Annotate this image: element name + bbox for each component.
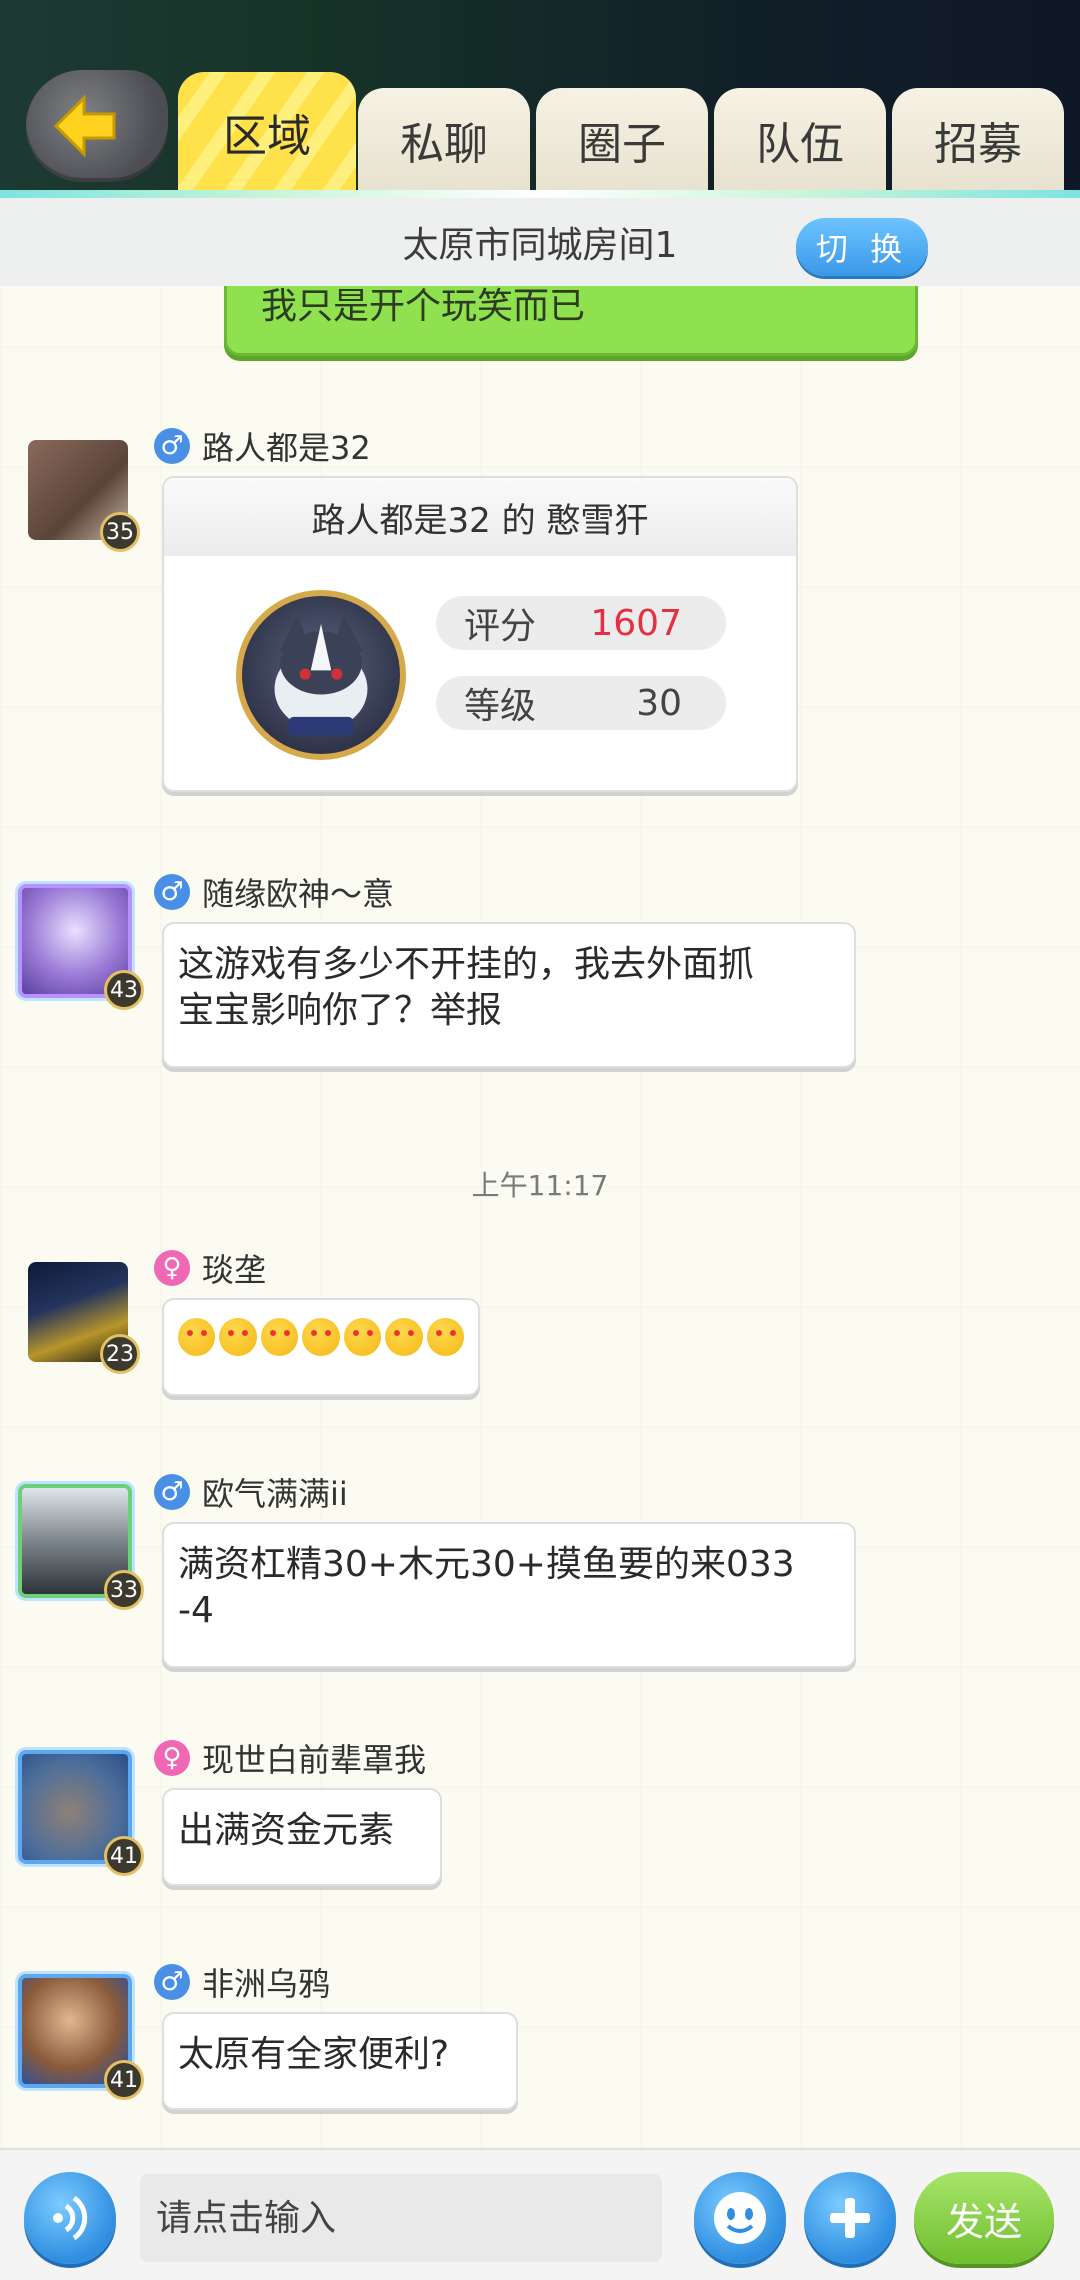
avatar[interactable]: 35 (28, 440, 140, 552)
message-text-line: 太原有全家便利? (178, 2034, 450, 2075)
pet-portrait-icon (236, 590, 406, 760)
add-button[interactable] (804, 2172, 896, 2264)
chat-area[interactable]: 我只是开个玩笑而已 35 ♂ 路人都是32 路人都是32 的 憨雪犴 评分 16… (0, 286, 1080, 2148)
level-badge: 23 (100, 1334, 140, 1374)
plus-icon (830, 2198, 870, 2238)
tab-region[interactable]: 区域 (178, 72, 356, 192)
voice-button[interactable] (24, 2172, 116, 2264)
message-bubble[interactable]: 这游戏有多少不开挂的，我去外面抓 宝宝影响你了？举报 (162, 922, 856, 1068)
male-icon: ♂ (154, 874, 190, 910)
tab-circle[interactable]: 圈子 (536, 88, 708, 192)
avatar[interactable]: 41 (18, 1750, 144, 1876)
level-badge: 41 (104, 2060, 144, 2100)
name-row: ♂ 路人都是32 (154, 423, 371, 469)
name-row: ♂ 欧气满满ii (154, 1469, 348, 1515)
message-text-line: -4 (178, 1590, 214, 1631)
chat-input[interactable] (140, 2174, 662, 2262)
back-button[interactable] (26, 70, 168, 182)
chat-message: 33 ♂ 欧气满满ii 满资杠精30+木元30+摸鱼要的来033 -4 (0, 1469, 1080, 1668)
male-icon: ♂ (154, 1964, 190, 2000)
avatar[interactable]: 43 (18, 884, 144, 1010)
message-bubble[interactable]: 出满资金元素 (162, 1788, 442, 1886)
level-badge: 41 (104, 1836, 144, 1876)
my-message-bubble[interactable]: 我只是开个玩笑而已 (224, 286, 918, 356)
chat-message: 41 ♂ 非洲乌鸦 太原有全家便利? (0, 1962, 1080, 2112)
message-text-line: 满资杠精30+木元30+摸鱼要的来033 (178, 1544, 795, 1585)
message-bubble[interactable]: 太原有全家便利? (162, 2012, 518, 2110)
name-row: ♀ 琰垄 (154, 1245, 266, 1291)
drool-emoji-icon (260, 1318, 299, 1356)
switch-room-button[interactable]: 切 换 (796, 218, 928, 276)
male-icon: ♂ (154, 428, 190, 464)
username[interactable]: 路人都是32 (202, 423, 371, 469)
chat-message-card: 35 ♂ 路人都是32 路人都是32 的 憨雪犴 评分 1607 等级 30 (0, 426, 1080, 806)
message-timestamp: 上午11:17 (471, 1169, 609, 1202)
message-bubble[interactable]: 满资杠精30+木元30+摸鱼要的来033 -4 (162, 1522, 856, 1668)
sweat-emoji-icon (385, 1318, 423, 1356)
back-arrow-icon (53, 94, 116, 158)
message-text-line: 这游戏有多少不开挂的，我去外面抓 (178, 944, 755, 985)
tab-recruit[interactable]: 招募 (892, 88, 1064, 192)
top-header: 区域 私聊 圈子 队伍 招募 (0, 0, 1080, 200)
tab-private-chat[interactable]: 私聊 (358, 88, 530, 192)
input-bar: 发送 (0, 2148, 1080, 2280)
chat-message: 43 ♂ 随缘欧神～意 这游戏有多少不开挂的，我去外面抓 宝宝影响你了？举报 (0, 869, 1080, 1068)
grade-pill: 等级 30 (436, 676, 726, 730)
send-button[interactable]: 发送 (914, 2172, 1054, 2264)
female-icon: ♀ (154, 1740, 190, 1776)
username[interactable]: 非洲乌鸦 (202, 1959, 330, 2005)
voice-icon (53, 2195, 88, 2241)
chat-message: 23 ♀ 琰垄 (0, 1245, 1080, 1396)
female-icon: ♀ (154, 1250, 190, 1286)
heart-eyes-emoji-icon (178, 1318, 216, 1356)
score-label: 评分 (464, 606, 537, 647)
message-text-line: 宝宝影响你了？举报 (178, 990, 503, 1031)
username[interactable]: 琰垄 (202, 1245, 266, 1291)
username[interactable]: 现世白前辈罩我 (202, 1735, 426, 1781)
level-badge: 43 (104, 970, 144, 1010)
pet-share-card[interactable]: 路人都是32 的 憨雪犴 评分 1607 等级 30 (162, 476, 798, 792)
avatar[interactable]: 41 (18, 1974, 144, 2100)
username[interactable]: 欧气满满ii (202, 1469, 348, 1515)
name-row: ♂ 随缘欧神～意 (154, 869, 394, 915)
avatar[interactable]: 33 (18, 1484, 144, 1610)
tab-team[interactable]: 队伍 (714, 88, 886, 192)
grade-value: 30 (636, 682, 682, 724)
score-pill: 评分 1607 (436, 596, 726, 650)
emoji-button[interactable] (694, 2172, 786, 2264)
header-divider (0, 190, 1080, 198)
level-badge: 35 (100, 512, 140, 552)
username[interactable]: 随缘欧神～意 (202, 869, 394, 915)
emoji-row (178, 1318, 464, 1356)
heart-eyes-emoji-icon (219, 1318, 257, 1356)
shock-emoji-icon (343, 1318, 382, 1356)
message-text-line: 出满资金元素 (178, 1810, 395, 1851)
level-badge: 33 (104, 1570, 144, 1610)
room-bar: 太原市同城房间1 切 换 (0, 198, 1080, 286)
emoji-face-icon (714, 2192, 766, 2244)
name-row: ♀ 现世白前辈罩我 (154, 1735, 426, 1781)
card-title: 路人都是32 的 憨雪犴 (164, 478, 796, 556)
message-bubble[interactable] (162, 1298, 480, 1396)
name-row: ♂ 非洲乌鸦 (154, 1959, 330, 2005)
crying-emoji-icon (426, 1318, 464, 1356)
room-name: 太原市同城房间1 (402, 225, 678, 266)
grade-label: 等级 (464, 686, 537, 727)
chat-message: 41 ♀ 现世白前辈罩我 出满资金元素 (0, 1738, 1080, 1888)
score-value: 1607 (590, 602, 682, 644)
avatar[interactable]: 23 (28, 1262, 140, 1374)
drool-emoji-icon (302, 1318, 340, 1356)
male-icon: ♂ (154, 1474, 190, 1510)
